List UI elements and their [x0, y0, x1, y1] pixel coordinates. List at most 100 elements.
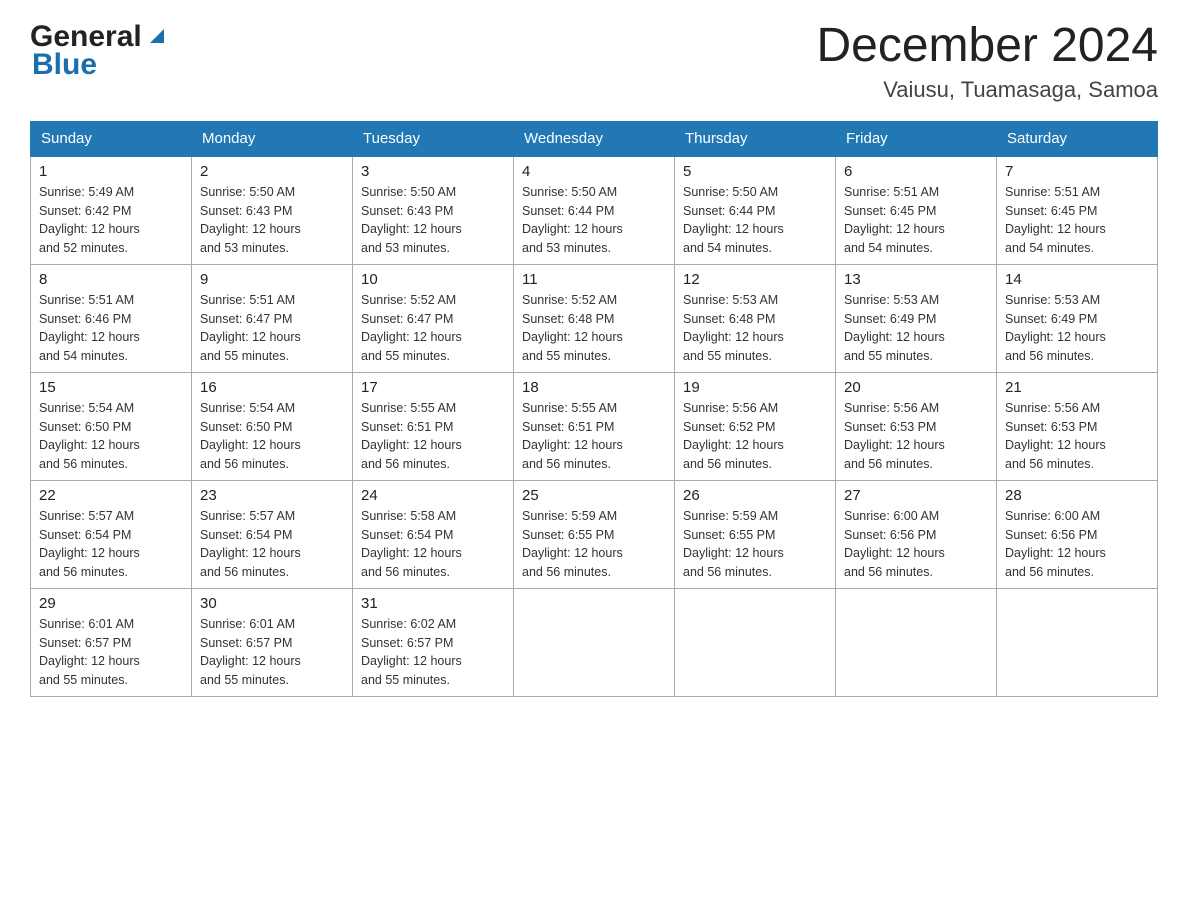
day-header-wednesday: Wednesday	[514, 121, 675, 156]
calendar-cell: 31 Sunrise: 6:02 AMSunset: 6:57 PMDayligh…	[353, 588, 514, 696]
day-number: 23	[200, 487, 344, 504]
day-number: 5	[683, 163, 827, 180]
day-number: 19	[683, 379, 827, 396]
day-info: Sunrise: 5:52 AMSunset: 6:48 PMDaylight:…	[522, 291, 666, 366]
calendar-cell	[514, 588, 675, 696]
day-info: Sunrise: 5:55 AMSunset: 6:51 PMDaylight:…	[522, 399, 666, 474]
day-info: Sunrise: 5:57 AMSunset: 6:54 PMDaylight:…	[39, 507, 183, 582]
calendar-cell	[675, 588, 836, 696]
day-info: Sunrise: 6:00 AMSunset: 6:56 PMDaylight:…	[844, 507, 988, 582]
day-info: Sunrise: 5:54 AMSunset: 6:50 PMDaylight:…	[39, 399, 183, 474]
day-number: 31	[361, 595, 505, 612]
calendar-cell: 30 Sunrise: 6:01 AMSunset: 6:57 PMDayligh…	[192, 588, 353, 696]
day-number: 25	[522, 487, 666, 504]
calendar-cell: 22 Sunrise: 5:57 AMSunset: 6:54 PMDayligh…	[31, 480, 192, 588]
day-number: 2	[200, 163, 344, 180]
week-row-3: 15 Sunrise: 5:54 AMSunset: 6:50 PMDayligh…	[31, 372, 1158, 480]
calendar-cell: 5 Sunrise: 5:50 AMSunset: 6:44 PMDaylight…	[675, 156, 836, 265]
day-number: 16	[200, 379, 344, 396]
day-info: Sunrise: 6:02 AMSunset: 6:57 PMDaylight:…	[361, 615, 505, 690]
day-header-sunday: Sunday	[31, 121, 192, 156]
calendar-cell: 28 Sunrise: 6:00 AMSunset: 6:56 PMDayligh…	[997, 480, 1158, 588]
day-info: Sunrise: 5:50 AMSunset: 6:43 PMDaylight:…	[361, 183, 505, 258]
logo: General Blue	[30, 20, 168, 82]
calendar-cell: 9Sunrise: 5:51 AMSunset: 6:47 PMDaylight…	[192, 264, 353, 372]
day-number: 22	[39, 487, 183, 504]
day-number: 21	[1005, 379, 1149, 396]
day-info: Sunrise: 5:55 AMSunset: 6:51 PMDaylight:…	[361, 399, 505, 474]
week-row-1: 1Sunrise: 5:49 AMSunset: 6:42 PMDaylight…	[31, 156, 1158, 265]
calendar-header: SundayMondayTuesdayWednesdayThursdayFrid…	[31, 121, 1158, 156]
day-number: 26	[683, 487, 827, 504]
calendar-cell: 26 Sunrise: 5:59 AMSunset: 6:55 PMDayligh…	[675, 480, 836, 588]
calendar-cell: 14 Sunrise: 5:53 AMSunset: 6:49 PMDayligh…	[997, 264, 1158, 372]
day-number: 20	[844, 379, 988, 396]
day-info: Sunrise: 6:01 AMSunset: 6:57 PMDaylight:…	[39, 615, 183, 690]
day-info: Sunrise: 5:58 AMSunset: 6:54 PMDaylight:…	[361, 507, 505, 582]
day-number: 6	[844, 163, 988, 180]
calendar-cell: 3 Sunrise: 5:50 AMSunset: 6:43 PMDaylight…	[353, 156, 514, 265]
calendar-cell: 25 Sunrise: 5:59 AMSunset: 6:55 PMDayligh…	[514, 480, 675, 588]
calendar-cell: 21Sunrise: 5:56 AMSunset: 6:53 PMDayligh…	[997, 372, 1158, 480]
day-number: 12	[683, 271, 827, 288]
logo-blue-text: Blue	[32, 48, 97, 82]
logo-triangle-icon	[146, 25, 168, 52]
day-number: 9	[200, 271, 344, 288]
week-row-4: 22 Sunrise: 5:57 AMSunset: 6:54 PMDayligh…	[31, 480, 1158, 588]
calendar-cell: 19 Sunrise: 5:56 AMSunset: 6:52 PMDayligh…	[675, 372, 836, 480]
calendar-cell	[836, 588, 997, 696]
day-number: 3	[361, 163, 505, 180]
location-title: Vaiusu, Tuamasaga, Samoa	[816, 77, 1158, 103]
day-number: 15	[39, 379, 183, 396]
day-number: 24	[361, 487, 505, 504]
day-info: Sunrise: 5:59 AMSunset: 6:55 PMDaylight:…	[683, 507, 827, 582]
day-number: 29	[39, 595, 183, 612]
page-header: General Blue December 2024 Vaiusu, Tuama…	[30, 20, 1158, 103]
day-info: Sunrise: 5:50 AMSunset: 6:43 PMDaylight:…	[200, 183, 344, 258]
day-number: 7	[1005, 163, 1149, 180]
day-number: 18	[522, 379, 666, 396]
calendar-cell: 20 Sunrise: 5:56 AMSunset: 6:53 PMDayligh…	[836, 372, 997, 480]
calendar-body: 1Sunrise: 5:49 AMSunset: 6:42 PMDaylight…	[31, 156, 1158, 697]
calendar-cell: 7 Sunrise: 5:51 AMSunset: 6:45 PMDaylight…	[997, 156, 1158, 265]
calendar-cell: 16 Sunrise: 5:54 AMSunset: 6:50 PMDayligh…	[192, 372, 353, 480]
calendar-cell: 12 Sunrise: 5:53 AMSunset: 6:48 PMDayligh…	[675, 264, 836, 372]
day-number: 13	[844, 271, 988, 288]
calendar-cell: 17 Sunrise: 5:55 AMSunset: 6:51 PMDayligh…	[353, 372, 514, 480]
calendar-cell	[997, 588, 1158, 696]
day-info: Sunrise: 6:01 AMSunset: 6:57 PMDaylight:…	[200, 615, 344, 690]
month-title: December 2024	[816, 20, 1158, 73]
day-info: Sunrise: 5:51 AMSunset: 6:46 PMDaylight:…	[39, 291, 183, 366]
day-info: Sunrise: 5:53 AMSunset: 6:48 PMDaylight:…	[683, 291, 827, 366]
calendar-cell: 24 Sunrise: 5:58 AMSunset: 6:54 PMDayligh…	[353, 480, 514, 588]
day-info: Sunrise: 5:51 AMSunset: 6:45 PMDaylight:…	[1005, 183, 1149, 258]
day-info: Sunrise: 5:49 AMSunset: 6:42 PMDaylight:…	[39, 183, 183, 258]
calendar-cell: 15 Sunrise: 5:54 AMSunset: 6:50 PMDayligh…	[31, 372, 192, 480]
day-header-saturday: Saturday	[997, 121, 1158, 156]
day-info: Sunrise: 5:53 AMSunset: 6:49 PMDaylight:…	[1005, 291, 1149, 366]
title-block: December 2024 Vaiusu, Tuamasaga, Samoa	[816, 20, 1158, 103]
day-number: 30	[200, 595, 344, 612]
calendar-cell: 6Sunrise: 5:51 AMSunset: 6:45 PMDaylight…	[836, 156, 997, 265]
day-header-row: SundayMondayTuesdayWednesdayThursdayFrid…	[31, 121, 1158, 156]
day-number: 14	[1005, 271, 1149, 288]
day-number: 10	[361, 271, 505, 288]
day-info: Sunrise: 5:56 AMSunset: 6:53 PMDaylight:…	[844, 399, 988, 474]
day-info: Sunrise: 5:59 AMSunset: 6:55 PMDaylight:…	[522, 507, 666, 582]
calendar-cell: 11Sunrise: 5:52 AMSunset: 6:48 PMDayligh…	[514, 264, 675, 372]
day-info: Sunrise: 5:57 AMSunset: 6:54 PMDaylight:…	[200, 507, 344, 582]
day-number: 17	[361, 379, 505, 396]
day-info: Sunrise: 6:00 AMSunset: 6:56 PMDaylight:…	[1005, 507, 1149, 582]
day-number: 27	[844, 487, 988, 504]
day-info: Sunrise: 5:50 AMSunset: 6:44 PMDaylight:…	[683, 183, 827, 258]
day-info: Sunrise: 5:56 AMSunset: 6:52 PMDaylight:…	[683, 399, 827, 474]
day-info: Sunrise: 5:54 AMSunset: 6:50 PMDaylight:…	[200, 399, 344, 474]
day-number: 28	[1005, 487, 1149, 504]
calendar-cell: 10Sunrise: 5:52 AMSunset: 6:47 PMDayligh…	[353, 264, 514, 372]
day-header-thursday: Thursday	[675, 121, 836, 156]
week-row-2: 8Sunrise: 5:51 AMSunset: 6:46 PMDaylight…	[31, 264, 1158, 372]
week-row-5: 29 Sunrise: 6:01 AMSunset: 6:57 PMDayligh…	[31, 588, 1158, 696]
calendar-cell: 29 Sunrise: 6:01 AMSunset: 6:57 PMDayligh…	[31, 588, 192, 696]
calendar-cell: 8Sunrise: 5:51 AMSunset: 6:46 PMDaylight…	[31, 264, 192, 372]
calendar-cell: 13Sunrise: 5:53 AMSunset: 6:49 PMDayligh…	[836, 264, 997, 372]
